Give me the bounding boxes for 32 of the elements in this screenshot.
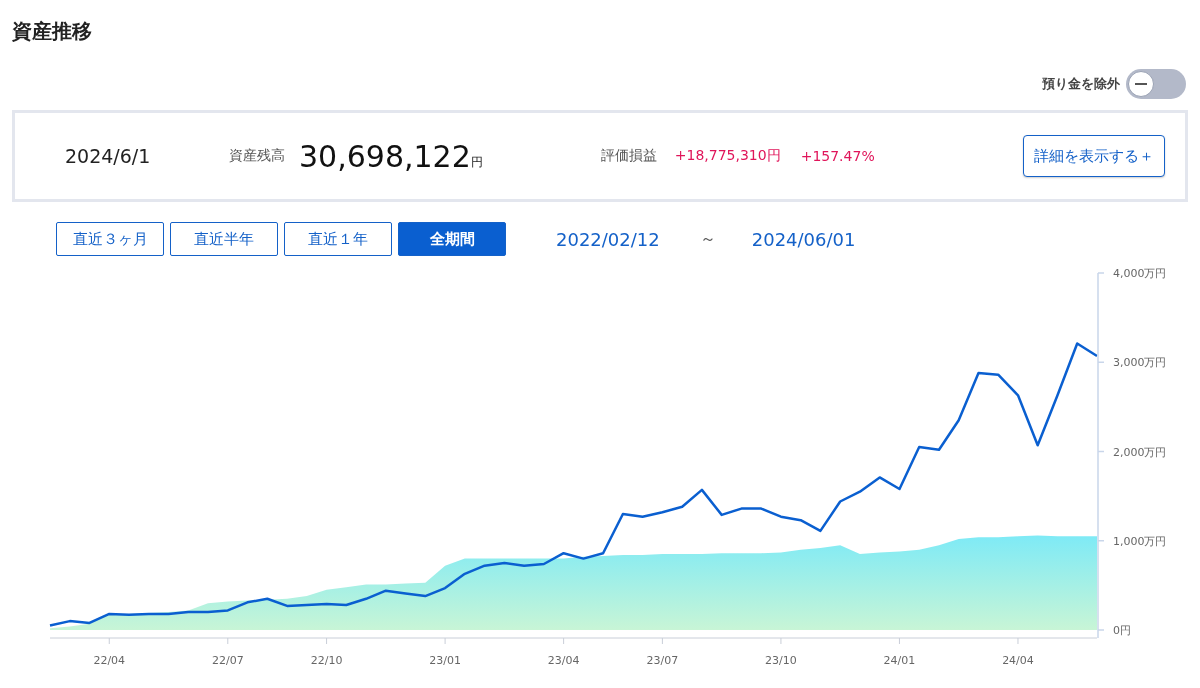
- balance-unit: 円: [470, 153, 484, 171]
- balance-label: 資産残高: [229, 147, 285, 165]
- range-button[interactable]: 全期間: [398, 222, 506, 256]
- page-title: 資産推移: [11, 18, 93, 44]
- x-axis-label: 24/04: [1002, 654, 1034, 667]
- profit-amount: +18,775,310円: [674, 147, 781, 165]
- x-axis-label: 23/07: [646, 654, 679, 667]
- y-axis-label: 4,000万円: [1113, 267, 1167, 280]
- y-axis-label: 2,000万円: [1113, 445, 1167, 459]
- range-button[interactable]: 直近３ヶ月: [56, 222, 164, 256]
- period-end: 2024/06/01: [751, 228, 856, 250]
- period-separator: ～: [699, 228, 716, 250]
- toggle-label: 預り金を除外: [1042, 75, 1120, 93]
- x-axis-label: 22/10: [310, 654, 343, 667]
- detail-button[interactable]: 詳細を表示する＋: [1023, 135, 1165, 177]
- period-start: 2022/02/12: [556, 228, 660, 250]
- x-axis-label: 23/10: [765, 654, 797, 667]
- y-axis-label: 0円: [1113, 624, 1131, 637]
- x-axis-label: 23/04: [547, 654, 580, 667]
- y-axis-label: 1,000万円: [1113, 534, 1167, 548]
- profit-percent: +157.47%: [800, 148, 875, 164]
- range-button[interactable]: 直近半年: [170, 222, 278, 256]
- profit-label: 評価損益: [600, 147, 657, 165]
- x-axis-label: 22/07: [211, 654, 244, 667]
- x-axis-label: 22/04: [93, 654, 126, 667]
- x-axis-label: 24/01: [883, 654, 916, 667]
- x-axis-label: 23/01: [429, 654, 461, 667]
- toggle-switch[interactable]: [1126, 69, 1186, 99]
- y-axis-label: 3,000万円: [1113, 356, 1167, 370]
- range-button[interactable]: 直近１年: [284, 222, 392, 256]
- summary-date: 2024/6/1: [65, 145, 152, 167]
- balance-value: 30,698,122: [299, 138, 471, 174]
